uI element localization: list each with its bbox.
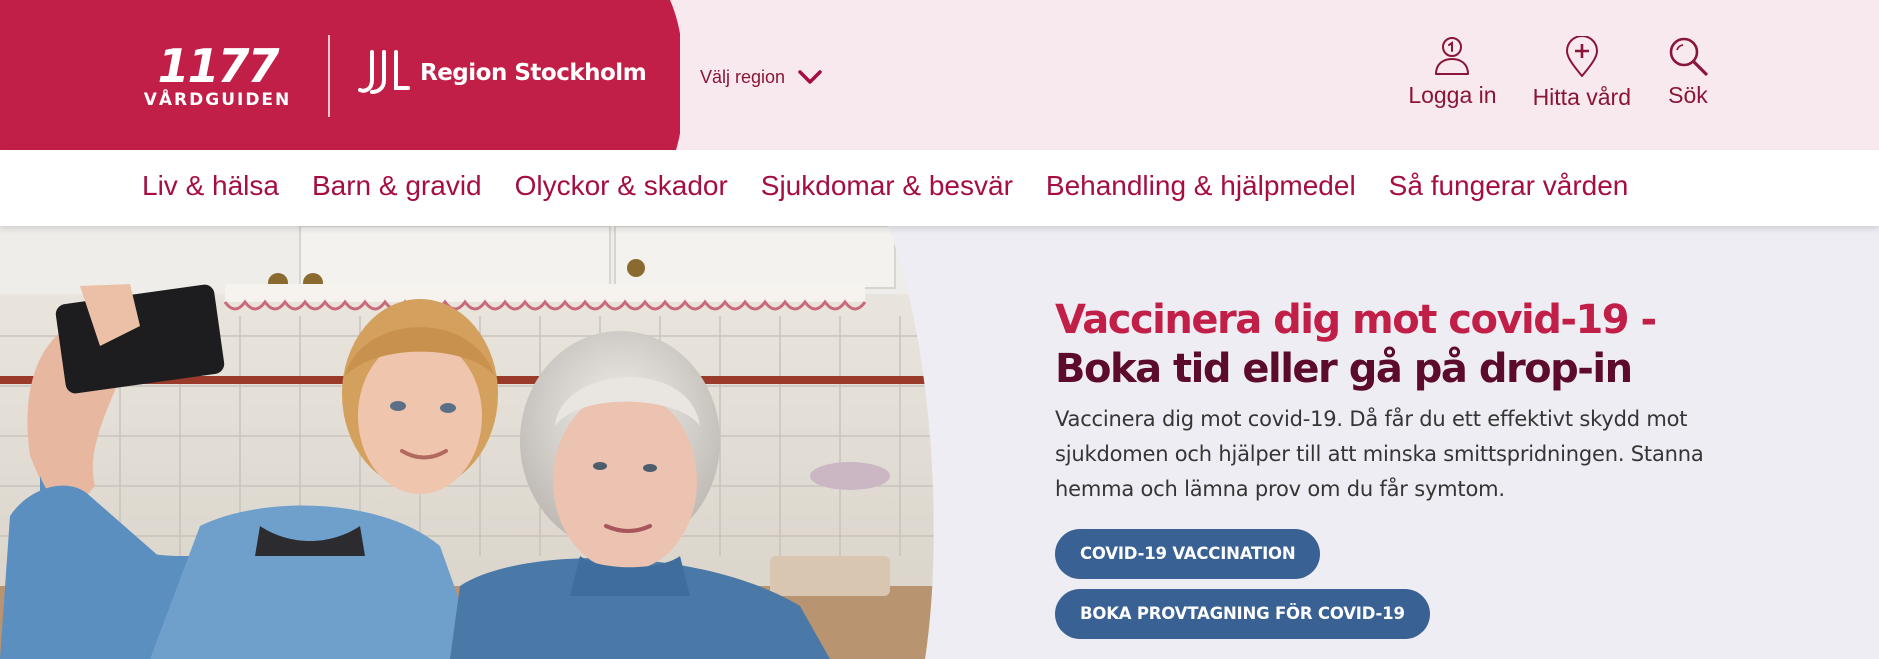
location-cross-icon [1565, 36, 1598, 77]
hero-title: Vaccinera dig mot covid-19 - Boka tid el… [1055, 296, 1775, 394]
logo-1177[interactable]: 1177 VÅRDGUIDEN [140, 42, 295, 110]
chevron-down-icon [798, 70, 822, 84]
logo-divider [328, 35, 330, 117]
hero-content: Vaccinera dig mot covid-19 - Boka tid el… [1055, 296, 1775, 649]
hero-buttons: COVID-19 VACCINATION BOKA PROVTAGNING FÖ… [1055, 529, 1775, 649]
header-actions: Logga in Hitta vård Sök [1408, 36, 1709, 111]
region-select-label: Välj region [700, 66, 786, 87]
logo-number: 1177 [157, 39, 279, 93]
search-icon [1669, 37, 1708, 76]
nav-item-olyckor-skador[interactable]: Olyckor & skador [515, 170, 728, 202]
search-button[interactable]: Sök [1667, 36, 1709, 111]
hero-title-part2: Boka tid eller gå på drop-in [1055, 346, 1633, 392]
nav-item-behandling-hjalpmedel[interactable]: Behandling & hjälpmedel [1046, 170, 1356, 202]
logo-sub: VÅRDGUIDEN [143, 90, 292, 110]
search-label: Sök [1668, 82, 1708, 108]
region-select[interactable]: Välj region [700, 62, 823, 92]
hero-title-part1: Vaccinera dig mot covid-19 - [1055, 297, 1657, 343]
nav-item-sa-fungerar-varden[interactable]: Så fungerar vården [1389, 170, 1629, 202]
site-header: 1177 VÅRDGUIDEN Region Stockholm Välj re… [0, 0, 1879, 150]
covid-vaccination-button[interactable]: COVID-19 VACCINATION [1055, 529, 1321, 579]
brand-block: 1177 VÅRDGUIDEN Region Stockholm [0, 0, 680, 150]
nav-item-barn-gravid[interactable]: Barn & gravid [312, 170, 482, 202]
main-nav: Liv & hälsa Barn & gravid Olyckor & skad… [0, 150, 1879, 226]
find-care-button[interactable]: Hitta vård [1533, 36, 1631, 111]
region-name: Region Stockholm [420, 60, 647, 86]
hero-photo [0, 226, 934, 659]
nav-list: Liv & hälsa Barn & gravid Olyckor & skad… [142, 170, 1661, 202]
nav-item-sjukdomar-besvar[interactable]: Sjukdomar & besvär [761, 170, 1013, 202]
hero-text: Vaccinera dig mot covid-19. Då får du et… [1055, 407, 1704, 501]
login-label: Logga in [1408, 82, 1497, 108]
nav-item-liv-halsa[interactable]: Liv & hälsa [142, 170, 279, 202]
login-button[interactable]: Logga in [1408, 36, 1497, 111]
book-covid-test-button[interactable]: BOKA PROVTAGNING FÖR COVID-19 [1055, 589, 1430, 639]
user-icon [1435, 37, 1470, 75]
find-care-label: Hitta vård [1532, 84, 1631, 110]
logo-region-stockholm[interactable]: Region Stockholm [358, 48, 647, 98]
hero-section: Vaccinera dig mot covid-19 - Boka tid el… [0, 226, 1879, 659]
region-stockholm-emblem-icon [358, 50, 410, 94]
